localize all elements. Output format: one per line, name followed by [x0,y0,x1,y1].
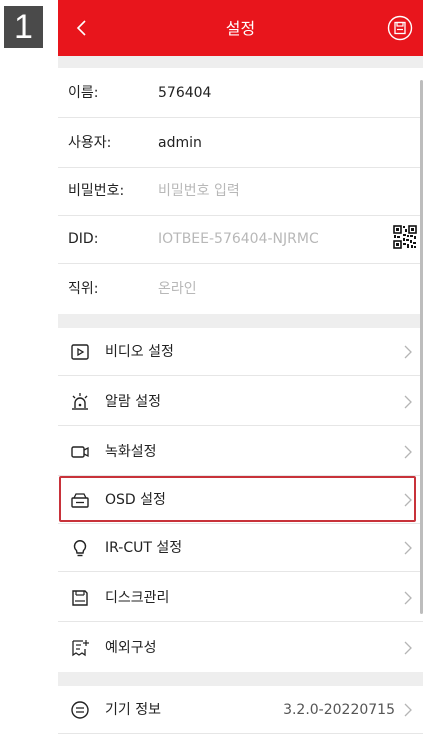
menu-item-label: 예외구성 [105,640,157,656]
video-play-icon [71,344,89,360]
exception-config-icon [72,640,89,657]
osd-display-icon [71,493,89,508]
save-icon[interactable] [387,15,413,41]
menu-item-label: 비디오 설정 [105,344,174,360]
firmware-version: 3.2.0-20220715 [283,702,395,718]
chevron-right-icon [404,703,412,717]
position-row: 직위: 온라인 [58,264,423,314]
top-bar: 설정 [58,0,423,56]
did-label: DID: [68,231,99,247]
password-label: 비밀번호: [68,183,125,199]
password-row[interactable]: 비밀번호: 비밀번호 입력 [58,166,423,216]
menu-item-label: OSD 설정 [105,492,166,508]
user-row[interactable]: 사용자: admin [58,118,423,168]
chevron-right-icon [404,641,412,655]
menu-item-alarm[interactable]: 알람 설정 [58,378,423,426]
menu-item-label: 디스크관리 [105,590,170,606]
menu-item-ircut[interactable]: IR-CUT 설정 [58,524,423,572]
section-gap [58,56,423,68]
menu-item-disk[interactable]: 디스크관리 [58,574,423,622]
menu-item-record[interactable]: 녹화설정 [58,428,423,476]
position-value: 온라인 [158,281,197,297]
did-value: IOTBEE-576404-NJRMC [158,231,319,247]
device-info-icon [71,701,89,719]
menu-item-exception[interactable]: 예외구성 [58,624,423,672]
settings-screen: 설정 이름: 576404 사용자: admin 비밀번호: 비밀번호 입력 D… [58,0,423,742]
step-number-badge: 1 [4,6,43,48]
chevron-right-icon [404,591,412,605]
name-value: 576404 [158,85,212,101]
password-input[interactable]: 비밀번호 입력 [158,166,240,216]
did-row: DID: IOTBEE-576404-NJRMC [58,214,423,264]
menu-item-label: 알람 설정 [105,394,161,410]
alarm-icon [72,393,88,410]
disk-icon [72,590,88,606]
menu-item-label: IR-CUT 설정 [105,540,183,556]
user-value: admin [158,135,202,151]
chevron-right-icon [404,493,412,507]
qr-code-icon[interactable] [393,225,417,249]
lightbulb-icon [73,540,87,557]
chevron-right-icon [404,541,412,555]
menu-item-osd[interactable]: OSD 설정 [58,476,423,524]
chevron-right-icon [404,345,412,359]
name-row[interactable]: 이름: 576404 [58,68,423,118]
user-label: 사용자: [68,135,112,151]
name-label: 이름: [68,85,99,101]
page-title: 설정 [225,19,256,38]
menu-item-label: 기기 정보 [105,702,161,718]
menu-item-video[interactable]: 비디오 설정 [58,328,423,376]
video-camera-icon [71,446,89,458]
menu-item-device-info[interactable]: 기기 정보 3.2.0-20220715 [58,686,423,734]
chevron-right-icon [404,395,412,409]
section-gap [58,314,423,328]
menu-item-label: 녹화설정 [105,444,157,460]
chevron-right-icon [404,445,412,459]
section-gap [58,672,423,686]
position-label: 직위: [68,281,99,297]
